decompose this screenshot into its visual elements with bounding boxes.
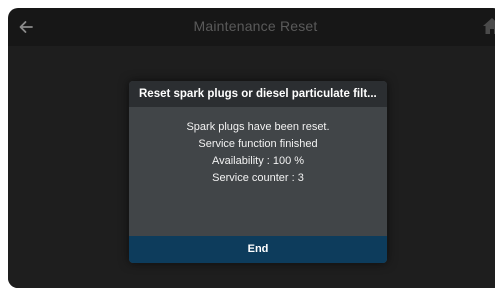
page-title: Maintenance Reset [193, 18, 318, 34]
dialog-title: Reset spark plugs or diesel particulate … [129, 81, 387, 107]
app-screen: Maintenance Reset Reset spark plugs or d… [8, 8, 495, 288]
maintenance-reset-dialog: Reset spark plugs or diesel particulate … [129, 81, 387, 263]
status-line-reset: Spark plugs have been reset. [186, 121, 330, 133]
dialog-message: Spark plugs have been reset. Service fun… [129, 119, 387, 187]
end-button[interactable]: End [129, 236, 387, 263]
home-button[interactable] [482, 17, 495, 37]
service-counter-line: Service counter : 3 [212, 172, 304, 184]
availability-line: Availability : 100 % [211, 155, 305, 167]
status-line-finished: Service function finished [198, 138, 318, 150]
header-bar: Maintenance Reset [8, 8, 495, 46]
home-icon [483, 18, 495, 34]
